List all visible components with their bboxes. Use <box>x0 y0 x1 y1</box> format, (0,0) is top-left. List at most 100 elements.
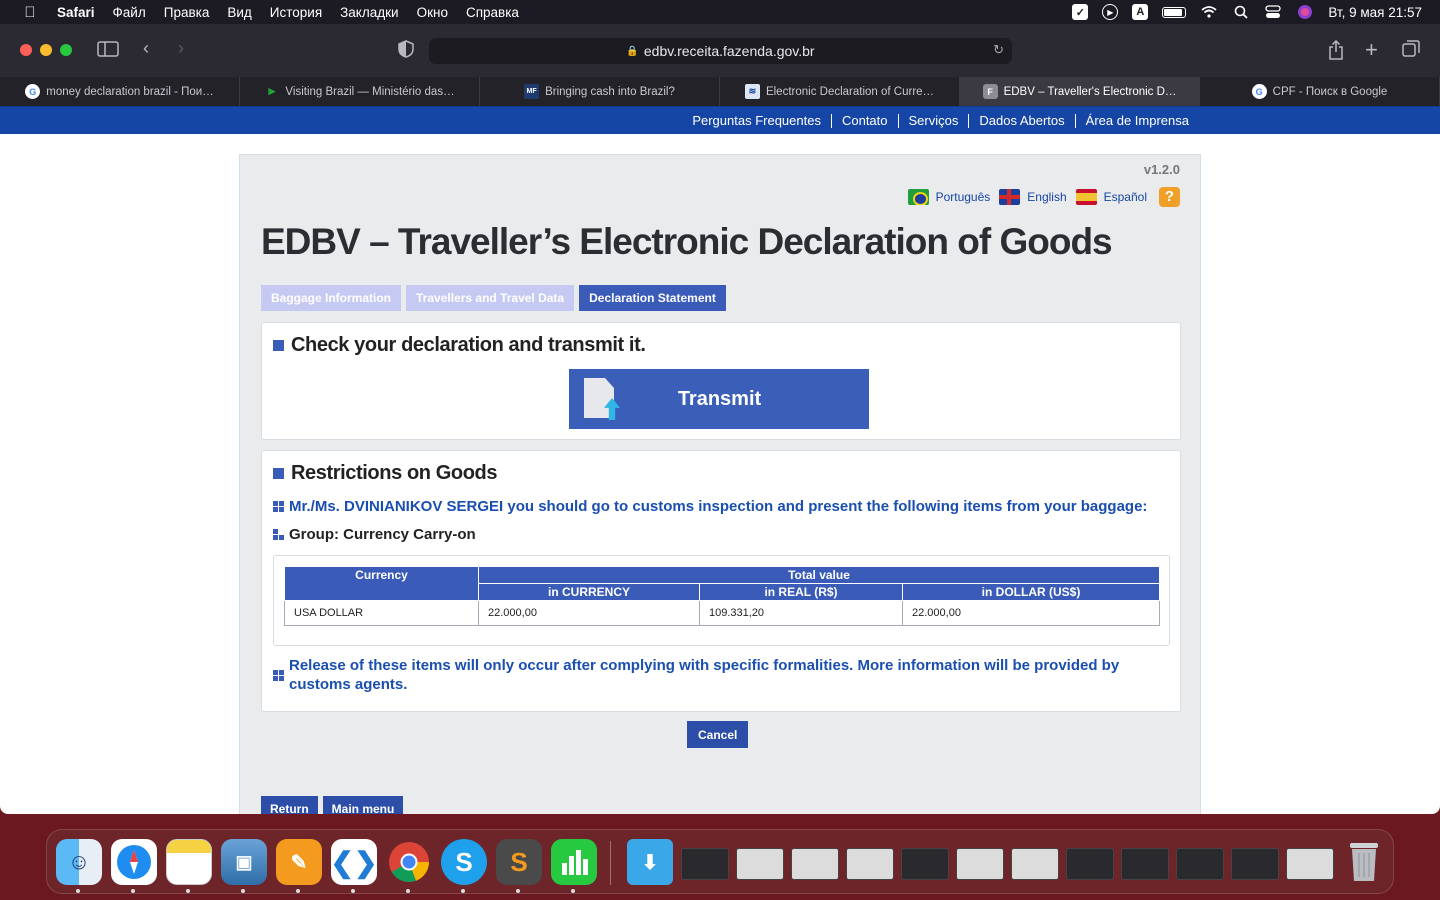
tab-edbv[interactable]: F EDBV – Traveller's Electronic D… <box>960 77 1200 106</box>
grid-bullet-icon <box>273 669 284 681</box>
restrictions-heading-text: Restrictions on Goods <box>291 462 498 484</box>
cell-in-real: 109.331,20 <box>699 600 903 626</box>
zoom-window-button[interactable] <box>60 44 72 56</box>
return-button[interactable]: Return <box>261 796 318 814</box>
brazil-flag-icon[interactable] <box>907 189 929 205</box>
minimized-window-thumbnail[interactable] <box>1011 848 1059 880</box>
running-indicator <box>296 889 300 893</box>
close-window-button[interactable] <box>20 44 32 56</box>
url-text: edbv.receita.fazenda.gov.br <box>643 43 815 59</box>
menu-edit[interactable]: Правка <box>164 5 210 20</box>
minimized-window-thumbnail[interactable] <box>1066 848 1114 880</box>
search-icon[interactable] <box>1232 4 1250 20</box>
help-icon[interactable]: ? <box>1159 187 1180 207</box>
menu-view[interactable]: Вид <box>227 5 251 20</box>
link-open-data[interactable]: Dados Abertos <box>968 113 1074 128</box>
col-in-real: in REAL (R$) <box>699 583 903 601</box>
link-contact[interactable]: Contato <box>830 113 898 128</box>
lang-portuguese[interactable]: Português <box>936 190 991 204</box>
finder-icon[interactable]: ☺ <box>56 839 102 885</box>
menu-file[interactable]: Файл <box>113 5 146 20</box>
forward-icon[interactable]: › <box>178 38 184 59</box>
new-tab-icon[interactable]: + <box>1365 37 1378 63</box>
minimized-window-thumbnail[interactable] <box>791 848 839 880</box>
minimized-window-thumbnail[interactable] <box>681 848 729 880</box>
trash-icon[interactable] <box>1341 839 1387 885</box>
minimized-window-thumbnail[interactable] <box>1121 848 1169 880</box>
numbers-icon[interactable] <box>551 839 597 885</box>
sidebar-toggle-icon[interactable] <box>97 40 119 63</box>
tab-visiting-brazil[interactable]: ▶ Visiting Brazil — Ministério das… <box>240 77 480 106</box>
step-declaration-statement[interactable]: Declaration Statement <box>579 285 726 311</box>
chrome-icon[interactable] <box>386 839 432 885</box>
col-in-currency: in CURRENCY <box>478 583 700 601</box>
address-bar[interactable]: 🔒 edbv.receita.fazenda.gov.br ↻ <box>429 38 1012 64</box>
minimized-window-thumbnail[interactable] <box>736 848 784 880</box>
minimized-window-thumbnail[interactable] <box>846 848 894 880</box>
transmit-button[interactable]: Transmit <box>569 369 869 429</box>
notes-icon[interactable] <box>166 839 212 885</box>
checkmark-status-icon[interactable]: ✓ <box>1072 4 1089 20</box>
menu-window[interactable]: Окно <box>417 5 448 20</box>
siri-icon[interactable] <box>1296 4 1314 20</box>
tab-electronic-declaration[interactable]: ≋ Electronic Declaration of Curre… <box>720 77 960 106</box>
minimize-window-button[interactable] <box>40 44 52 56</box>
input-source-icon[interactable]: A <box>1132 4 1149 20</box>
col-currency: Currency <box>284 566 479 601</box>
step-baggage-information[interactable]: Baggage Information <box>261 285 402 311</box>
menu-help[interactable]: Справка <box>466 5 519 20</box>
spain-flag-icon[interactable] <box>1075 189 1097 205</box>
downloads-folder-icon[interactable]: ⬇ <box>627 839 673 885</box>
bottom-nav: Return Main menu <box>261 796 404 814</box>
battery-icon[interactable] <box>1162 6 1187 18</box>
tab-cpf-search[interactable]: G CPF - Поиск в Google <box>1200 77 1440 106</box>
step-travellers-data[interactable]: Travellers and Travel Data <box>406 285 575 311</box>
share-icon[interactable] <box>1328 39 1344 65</box>
wifi-icon[interactable] <box>1200 4 1218 20</box>
minimized-window-thumbnail[interactable] <box>901 848 949 880</box>
group-bullet-icon <box>273 529 284 540</box>
safari-icon[interactable] <box>111 839 157 885</box>
minimized-window-thumbnail[interactable] <box>1286 848 1334 880</box>
tab-overview-icon[interactable] <box>1402 40 1420 63</box>
lang-spanish[interactable]: Español <box>1104 190 1147 204</box>
google-icon: G <box>1251 84 1267 99</box>
menu-app-name[interactable]: Safari <box>57 5 95 20</box>
main-menu-button[interactable]: Main menu <box>322 796 404 814</box>
privacy-shield-icon[interactable] <box>398 40 414 63</box>
tab-bar: G money declaration brazil - Пои… ▶ Visi… <box>0 77 1440 106</box>
google-icon: G <box>25 84 41 99</box>
back-icon[interactable]: ‹ <box>143 38 149 59</box>
cancel-button[interactable]: Cancel <box>687 721 749 748</box>
preview-icon[interactable]: ▣ <box>221 839 267 885</box>
menu-bookmarks[interactable]: Закладки <box>340 5 398 20</box>
control-center-icon[interactable] <box>1264 4 1282 20</box>
link-services[interactable]: Serviços <box>897 113 969 128</box>
tab-bringing-cash[interactable]: MF Bringing cash into Brazil? <box>480 77 720 106</box>
inspection-message: Mr./Ms. DVINIANIKOV SERGEI you should go… <box>273 497 1147 516</box>
translate-reload-icon[interactable]: ↻ <box>993 42 1004 58</box>
menu-history[interactable]: История <box>270 5 322 20</box>
link-press[interactable]: Área de Imprensa <box>1074 113 1199 128</box>
f-icon: F <box>982 84 998 99</box>
minimized-window-thumbnail[interactable] <box>1231 848 1279 880</box>
minimized-window-thumbnail[interactable] <box>1176 848 1224 880</box>
link-faq[interactable]: Perguntas Frequentes <box>682 113 831 128</box>
tab-google-search[interactable]: G money declaration brazil - Пои… <box>0 77 240 106</box>
inspection-text: Mr./Ms. DVINIANIKOV SERGEI you should go… <box>289 498 1148 515</box>
sublime-text-icon[interactable]: S <box>496 839 542 885</box>
wizard-steps: Baggage Information Travellers and Trave… <box>261 285 726 311</box>
clock[interactable]: Вт, 9 мая 21:57 <box>1328 5 1422 20</box>
vscode-icon[interactable]: ❮❯ <box>331 839 377 885</box>
play-status-icon[interactable]: ▶ <box>1102 4 1119 20</box>
apple-menu-icon[interactable]:  <box>20 4 40 21</box>
skype-icon[interactable]: S <box>441 839 487 885</box>
pages-icon[interactable]: ✎ <box>276 839 322 885</box>
transmit-card: Check your declaration and transmit it. … <box>261 322 1181 440</box>
lang-english[interactable]: English <box>1027 190 1066 204</box>
grid-bullet-icon <box>273 501 284 512</box>
tab-title: Visiting Brazil — Ministério das… <box>285 85 455 98</box>
check-heading: Check your declaration and transmit it. <box>273 334 646 357</box>
minimized-window-thumbnail[interactable] <box>956 848 1004 880</box>
uk-flag-icon[interactable] <box>999 189 1021 205</box>
